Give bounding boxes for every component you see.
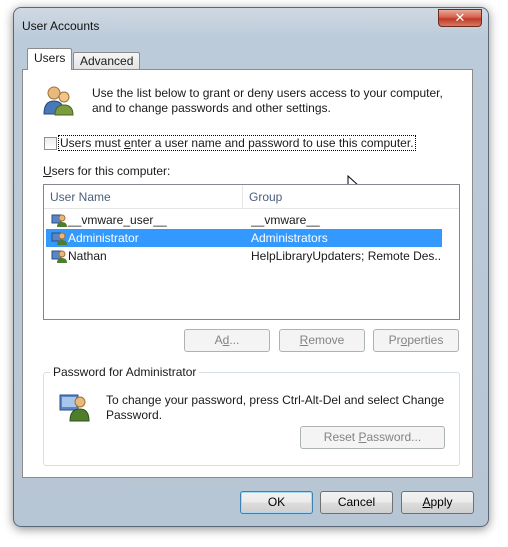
require-password-checkbox[interactable]: [44, 137, 57, 150]
add-label-part: A: [214, 333, 223, 347]
row-group: Administrators: [251, 231, 328, 245]
password-line-1: To change your password, press Ctrl-Alt-…: [106, 393, 445, 407]
row-group: HelpLibraryUpdaters; Remote Des...: [251, 249, 441, 263]
table-row-selected[interactable]: Administrator Administrators: [46, 229, 442, 247]
apply-button[interactable]: Apply: [401, 491, 474, 514]
users-list-label: Users for this computer:: [43, 164, 170, 178]
user-icon: [51, 250, 67, 263]
user-icon: [51, 214, 67, 227]
content-layer: Use the list below to grant or deny user…: [0, 0, 508, 547]
require-password-label[interactable]: Users must enter a user name and passwor…: [58, 135, 416, 151]
reset-label-accel: P: [358, 430, 367, 444]
column-header-label: Group: [249, 190, 283, 204]
properties-label-part: Pr: [388, 333, 401, 347]
cancel-button[interactable]: Cancel: [320, 491, 393, 514]
row-user-name: Administrator: [68, 231, 139, 245]
users-listview[interactable]: User Name Group __vmware_user__ __vmware…: [43, 184, 460, 320]
user-icon: [51, 232, 67, 245]
checkbox-label-part: nter a user name and password to use thi…: [130, 136, 414, 150]
apply-label-rest: pply: [430, 495, 453, 509]
reset-label-part: Reset: [323, 430, 359, 444]
ok-button[interactable]: OK: [240, 491, 313, 514]
column-header-label: User Name: [50, 190, 111, 204]
remove-label-accel: R: [299, 333, 309, 347]
users-group-icon: [43, 86, 74, 116]
password-groupbox-title: Password for Administrator: [50, 365, 200, 379]
column-header-user-name[interactable]: User Name: [44, 185, 243, 209]
reset-label-part: assword...: [366, 430, 422, 444]
add-label-part: ...: [229, 333, 240, 347]
ok-label: OK: [267, 495, 286, 509]
intro-line-1: Use the list below to grant or deny user…: [92, 86, 443, 100]
table-row[interactable]: Nathan HelpLibraryUpdaters; Remote Des..…: [46, 247, 442, 265]
row-user-name: Nathan: [68, 249, 107, 263]
intro-line-2: and to change passwords and other settin…: [92, 101, 331, 115]
cancel-label: Cancel: [337, 495, 376, 509]
table-row[interactable]: __vmware_user__ __vmware__: [46, 211, 442, 229]
password-line-2: Password.: [106, 408, 163, 422]
properties-button[interactable]: Properties: [373, 329, 459, 352]
column-header-group[interactable]: Group: [243, 185, 459, 209]
properties-label-part: perties: [407, 333, 444, 347]
users-label-accel: U: [43, 164, 52, 178]
password-instructions: To change your password, press Ctrl-Alt-…: [106, 393, 444, 423]
remove-label-rest: emove: [308, 333, 345, 347]
checkbox-label-part: Users must: [60, 136, 125, 150]
row-group: __vmware__: [251, 213, 320, 227]
checkbox-label-accel: e: [124, 136, 131, 150]
user-password-icon: [59, 394, 90, 422]
users-label-rest: sers for this computer:: [51, 164, 171, 178]
remove-user-button[interactable]: Remove: [279, 329, 365, 352]
reset-password-button[interactable]: Reset Password...: [300, 426, 445, 449]
intro-text: Use the list below to grant or deny user…: [92, 86, 443, 116]
row-user-name: __vmware_user__: [68, 213, 167, 227]
add-user-button[interactable]: Ad...: [184, 329, 270, 352]
apply-label-accel: A: [422, 495, 431, 509]
